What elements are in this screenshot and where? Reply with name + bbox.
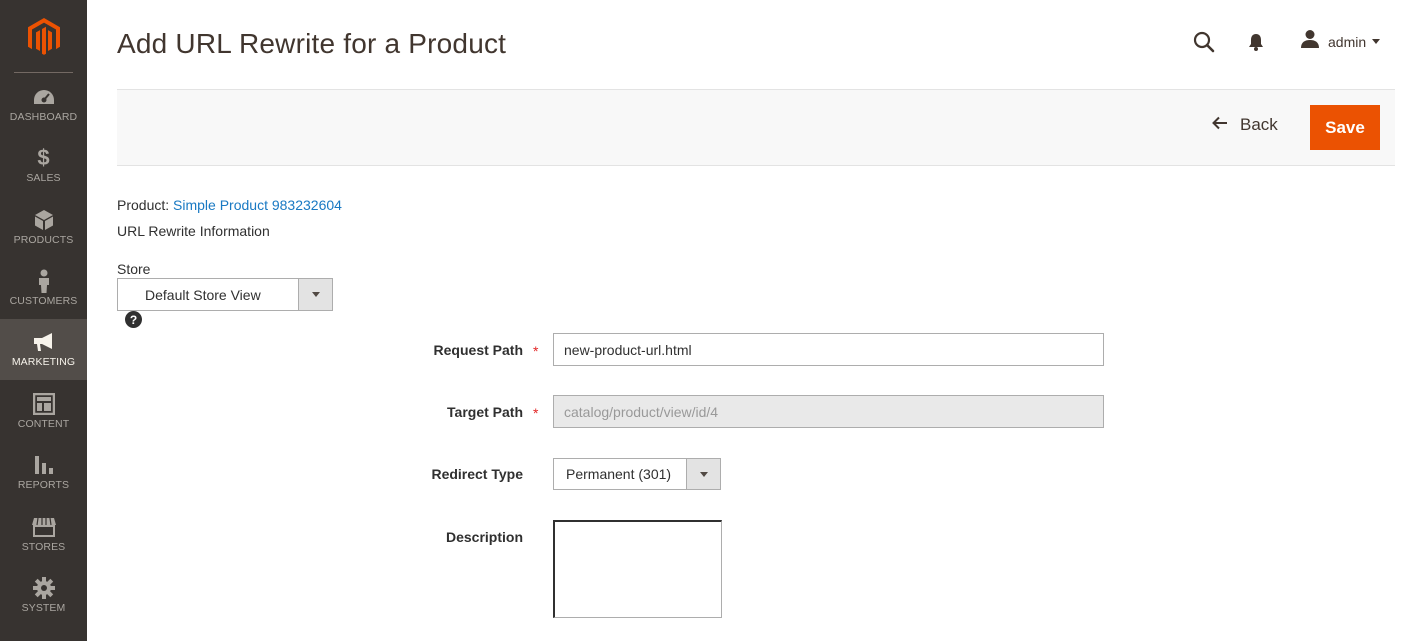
description-label: Description xyxy=(445,529,523,545)
store-label: Store xyxy=(117,261,151,277)
user-icon xyxy=(1300,29,1320,54)
admin-user-menu[interactable]: admin xyxy=(1300,29,1381,54)
magento-logo[interactable] xyxy=(0,0,87,73)
help-icon[interactable]: ? xyxy=(125,311,142,328)
sidebar-item-sales[interactable]: $ SALES xyxy=(0,135,87,196)
save-button[interactable]: Save xyxy=(1310,105,1380,150)
search-icon[interactable] xyxy=(1192,30,1216,54)
cube-icon xyxy=(34,209,54,231)
sidebar-item-system[interactable]: SYSTEM xyxy=(0,565,87,626)
storefront-icon xyxy=(31,516,57,538)
dropdown-toggle[interactable] xyxy=(298,279,332,310)
description-textarea[interactable] xyxy=(553,520,722,618)
sidebar-item-label: CUSTOMERS xyxy=(9,295,78,307)
sidebar-item-products[interactable]: PRODUCTS xyxy=(0,197,87,258)
product-prefix: Product: xyxy=(117,197,170,213)
sidebar-item-label: DASHBOARD xyxy=(9,111,78,123)
sidebar-item-label: MARKETING xyxy=(11,356,76,368)
product-link[interactable]: Simple Product 983232604 xyxy=(173,197,342,213)
target-path-label: Target Path xyxy=(447,404,523,420)
chevron-down-icon xyxy=(1372,39,1381,44)
store-select-value: Default Store View xyxy=(145,287,261,303)
sidebar-divider xyxy=(14,72,73,73)
dollar-icon: $ xyxy=(37,145,50,170)
target-path-input: catalog/product/view/id/4 xyxy=(553,395,1104,428)
sidebar-item-label: SYSTEM xyxy=(21,602,66,614)
arrow-left-icon xyxy=(1212,116,1228,135)
gear-icon xyxy=(32,577,55,599)
sidebar-item-label: REPORTS xyxy=(17,479,70,491)
request-path-label: Request Path xyxy=(433,342,523,358)
sidebar-item-label: CONTENT xyxy=(17,418,70,430)
megaphone-icon xyxy=(32,331,56,353)
sidebar-item-label: PRODUCTS xyxy=(13,234,74,246)
admin-sidebar: DASHBOARD $ SALES PRODUCTS CUSTOMERS MAR… xyxy=(0,0,87,641)
sidebar-item-marketing[interactable]: MARKETING xyxy=(0,319,87,380)
gauge-icon xyxy=(32,86,56,108)
caret-down-icon xyxy=(311,292,320,297)
redirect-type-select[interactable]: Permanent (301) xyxy=(553,458,721,490)
required-marker: * xyxy=(533,405,539,421)
layout-icon xyxy=(32,393,55,415)
dropdown-toggle[interactable] xyxy=(686,459,720,489)
back-button-label: Back xyxy=(1240,115,1278,134)
request-path-input[interactable]: new-product-url.html xyxy=(553,333,1104,366)
sidebar-item-stores[interactable]: STORES xyxy=(0,504,87,565)
caret-down-icon xyxy=(699,471,708,477)
redirect-type-label: Redirect Type xyxy=(431,466,523,482)
section-title: URL Rewrite Information xyxy=(117,223,270,239)
sidebar-item-customers[interactable]: CUSTOMERS xyxy=(0,258,87,319)
store-select[interactable]: Default Store View xyxy=(117,278,333,311)
back-button[interactable]: Back xyxy=(1212,115,1278,135)
page-title: Add URL Rewrite for a Product xyxy=(117,28,507,59)
person-icon xyxy=(37,269,51,293)
product-info: Product: Simple Product 983232604 xyxy=(117,197,342,213)
sidebar-item-content[interactable]: CONTENT xyxy=(0,381,87,442)
sidebar-item-label: STORES xyxy=(21,541,66,553)
sidebar-item-label: SALES xyxy=(26,172,61,184)
sidebar-item-dashboard[interactable]: DASHBOARD xyxy=(0,74,87,135)
redirect-type-value: Permanent (301) xyxy=(566,466,672,482)
bar-chart-icon xyxy=(33,454,55,476)
admin-username: admin xyxy=(1328,33,1367,50)
required-marker: * xyxy=(533,343,539,359)
page-actions-bar xyxy=(117,89,1395,166)
sidebar-item-reports[interactable]: REPORTS xyxy=(0,442,87,503)
notifications-bell-icon[interactable] xyxy=(1246,31,1266,53)
